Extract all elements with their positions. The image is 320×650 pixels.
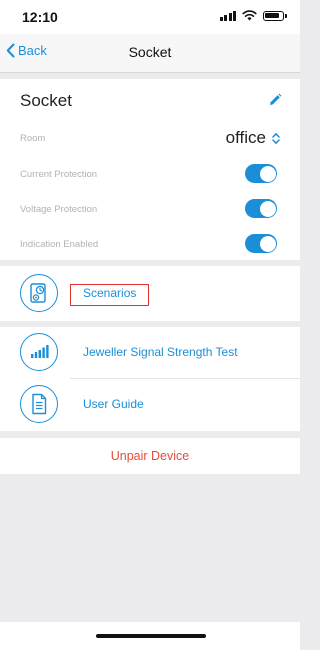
- scenarios-row[interactable]: Scenarios: [0, 268, 300, 320]
- signal-bars-icon: [20, 333, 58, 371]
- signal-strength-test-label: Jeweller Signal Strength Test: [83, 345, 238, 359]
- scenarios-icon: [20, 274, 58, 312]
- indication-enabled-toggle[interactable]: [245, 234, 277, 253]
- signal-strength-test-row[interactable]: Jeweller Signal Strength Test: [0, 327, 300, 379]
- device-settings-card: Socket Room office Current Protection Vo…: [0, 79, 300, 260]
- unpair-device-button[interactable]: Unpair Device: [0, 438, 300, 474]
- pencil-icon[interactable]: [268, 93, 282, 107]
- document-icon: [20, 385, 58, 423]
- status-time: 12:10: [22, 9, 58, 25]
- wifi-icon: [242, 10, 257, 21]
- home-indicator-area: [0, 622, 300, 650]
- current-protection-toggle[interactable]: [245, 164, 277, 183]
- room-value: office: [225, 128, 266, 147]
- voltage-protection-toggle[interactable]: [245, 199, 277, 218]
- navigation-bar: Back Socket: [0, 34, 300, 73]
- unpair-device-label: Unpair Device: [110, 449, 190, 463]
- user-guide-label: User Guide: [83, 397, 144, 411]
- highlight-box: [70, 284, 149, 306]
- room-label: Room: [20, 133, 46, 144]
- links-card: Jeweller Signal Strength Test User Guide: [0, 327, 300, 431]
- voltage-protection-label: Voltage Protection: [20, 204, 98, 215]
- device-name: Socket: [20, 91, 72, 110]
- status-icons: [219, 10, 287, 21]
- room-selector[interactable]: office: [226, 128, 280, 148]
- page-title: Socket: [128, 44, 172, 60]
- scenarios-card: Scenarios: [0, 266, 300, 321]
- user-guide-row[interactable]: User Guide: [0, 379, 300, 431]
- indication-enabled-label: Indication Enabled: [20, 239, 99, 250]
- current-protection-label: Current Protection: [20, 169, 98, 180]
- cellular-signal-icon: [219, 10, 236, 21]
- status-bar: 12:10: [0, 0, 300, 34]
- home-indicator[interactable]: [96, 634, 206, 638]
- battery-icon: [263, 10, 287, 21]
- sort-chevrons-icon: [272, 132, 280, 144]
